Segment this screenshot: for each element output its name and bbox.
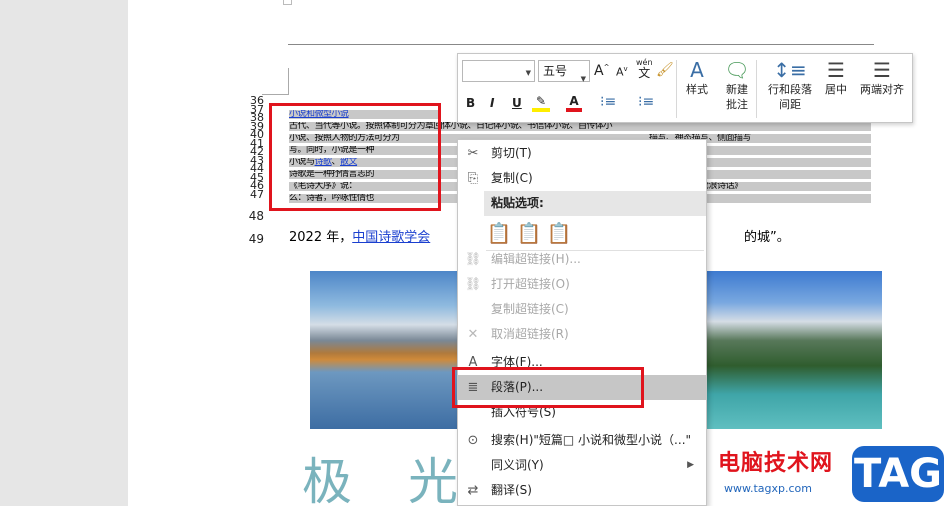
menu-item-label: 同义词(Y) [491,458,544,472]
landscape-image-mountain[interactable] [706,271,882,429]
para49-text: 2022 年， [289,230,353,245]
watermark-tag-logo: TAG [852,446,944,502]
menu-item-open-hyperlink[interactable]: ⛓ 打开超链接(O) [458,272,706,297]
margin-corner-mark [262,94,289,95]
bold-button[interactable]: B [466,96,475,110]
grow-font-button[interactable]: A^ [594,63,609,79]
menu-item-copy[interactable]: ⎘ 复制(C) [458,166,706,191]
search-icon: ⊙ [467,433,479,448]
format-painter-icon[interactable]: 🖌 [656,62,674,78]
menu-item-copy-hyperlink[interactable]: 复制超链接(C) [458,297,706,322]
line-spacing-icon: ↕≡ [773,58,807,82]
separator [756,60,757,118]
font-name-box[interactable]: ▼ [462,60,535,82]
styles-icon: A [690,58,704,82]
menu-item-label: 复制超链接(C) [491,302,569,316]
font-color-icon[interactable]: A [566,94,582,112]
font-size-box[interactable]: 五号 ▼ [538,60,590,83]
menu-item-remove-hyperlink[interactable]: ✕ 取消超链接(R) [458,322,706,347]
menu-item-cut[interactable]: ✂ 剪切(T) [458,141,706,166]
menu-item-label: 编辑超链接(H)... [491,252,581,266]
translate-icon: ⇄ [467,483,479,498]
submenu-arrow-icon: ▶ [687,460,694,470]
paste-keep-source-icon[interactable]: 📋 [486,220,512,246]
paragraph-49[interactable]: 2022 年，中国诗歌学会 的城”。 [289,230,790,246]
open-hyperlink-icon: ⛓ [464,277,482,292]
copy-icon: ⎘ [467,171,479,186]
remove-hyperlink-icon: ✕ [467,327,479,342]
line-number: 49 [248,232,264,246]
numbering-icon[interactable]: ⁝≡ [638,94,654,110]
heading-char: 光 [408,453,458,506]
heading-char: 极 [302,453,352,506]
ruler-marker [283,0,292,5]
line-number: 47 [250,187,264,201]
menu-item-label: 打开超链接(O) [491,277,570,291]
center-align-icon: ☰ [827,58,845,82]
phonetic-guide-button[interactable]: wén 文 [636,58,653,80]
new-comment-button[interactable]: 🗨 新建 批注 [720,58,754,112]
bullets-icon[interactable]: ⁝≡ [600,94,616,110]
highlight-icon[interactable]: ✎ [532,94,550,112]
paste-options-header: 粘贴选项: [484,191,706,216]
line-spacing-button[interactable]: ↕≡ 行和段落 间距 [762,58,818,112]
menu-item-edit-hyperlink[interactable]: ⛓ 编辑超链接(H)... [458,247,706,272]
edit-hyperlink-icon: ⛓ [464,252,482,267]
line-number: 48 [248,209,264,223]
annotation-box-selection [269,103,441,211]
menu-item-label: 剪切(T) [491,146,532,160]
menu-item-label: 翻译(S) [491,483,532,497]
margin-corner-mark [288,68,289,94]
menu-item-label: 取消超链接(R) [491,327,569,341]
annotation-box-paragraph [452,367,644,408]
menu-item-translate[interactable]: ⇄ 翻译(S) [458,478,706,503]
center-align-button[interactable]: ☰ 居中 [820,58,852,97]
menu-item-synonym[interactable]: 同义词(Y) ▶ [458,453,706,478]
context-menu: ✂ 剪切(T) ⎘ 复制(C) 粘贴选项: 📋 📋 📋 ⛓ 编辑超链接(H)... ⛓ 打开… [457,139,707,506]
menu-item-label: 复制(C) [491,171,533,185]
shrink-font-button[interactable]: Av [616,65,628,79]
justify-icon: ☰ [873,58,891,82]
menu-item-label: 搜索(H)"短篇□ 小说和微型小说（..." [491,433,692,447]
landscape-image-lake[interactable] [310,271,460,429]
chevron-down-icon: ▼ [580,75,586,83]
underline-button[interactable]: U [512,96,522,110]
menu-item-search[interactable]: ⊙ 搜索(H)"短篇□ 小说和微型小说（..." [458,428,706,453]
cut-icon: ✂ [467,146,479,161]
header-line [288,44,874,45]
styles-button[interactable]: A 样式 [680,58,714,97]
justify-button[interactable]: ☰ 两端对齐 [856,58,908,97]
chevron-down-icon: ▼ [525,69,531,77]
hyperlink-poetry-society[interactable]: 中国诗歌学会 [352,230,430,245]
mini-toolbar: ▼ 五号 ▼ A^ Av wén 文 🖌 A 样式 🗨 新建 批注 ↕≡ 行和段落 间距 ☰ 居… [457,53,913,123]
watermark-site-name: 电脑技术网 [718,451,834,476]
comment-icon: 🗨 [724,58,750,82]
paste-text-only-icon[interactable]: 📋 [546,220,572,246]
separator [676,60,677,118]
para49-text-end: 的城”。 [744,230,790,245]
paste-options-row: 📋 📋 📋 [484,218,706,248]
watermark-url: www.tagxp.com [724,482,812,495]
italic-button[interactable]: I [490,96,494,110]
paste-merge-format-icon[interactable]: 📋 [516,220,542,246]
